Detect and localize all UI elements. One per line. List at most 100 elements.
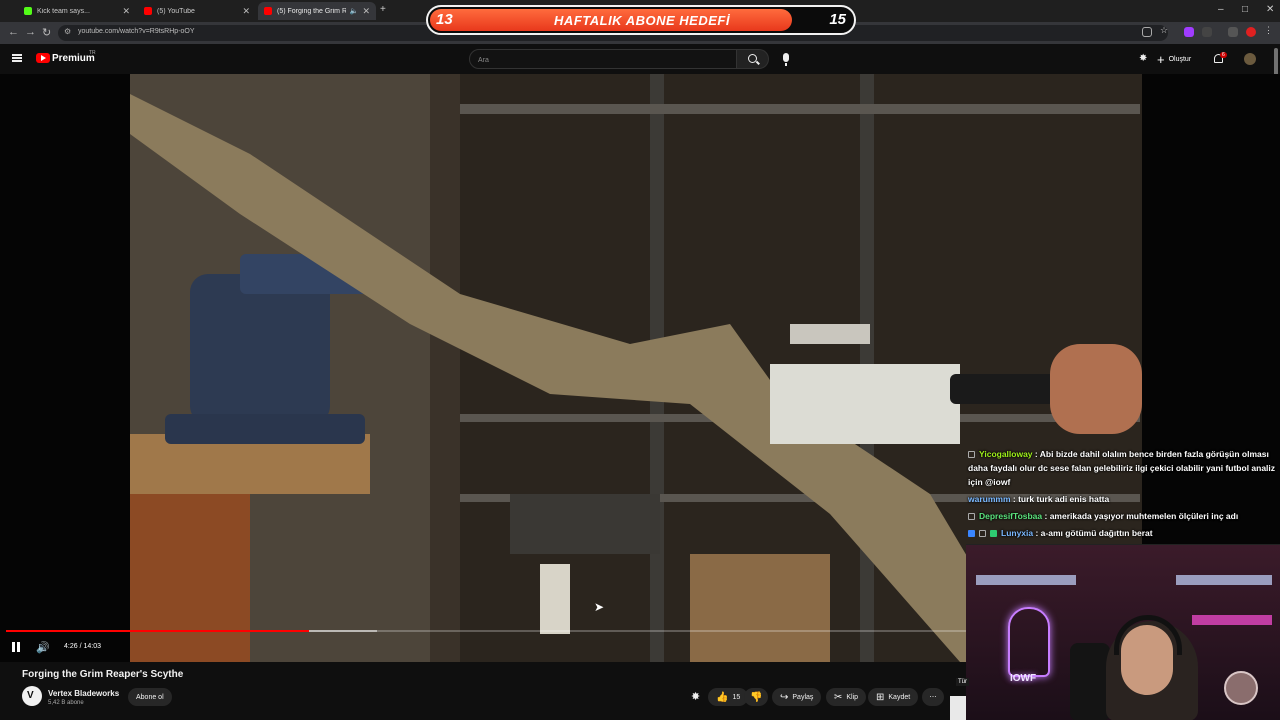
gaming-chair <box>1070 643 1110 720</box>
kick-favicon-icon <box>24 7 32 15</box>
tab-forging-video[interactable]: (5) Forging the Grim Reape 🔈 ✕ <box>258 2 376 20</box>
chat-text: : amerikada yaşıyor muhtemelen ölçüleri … <box>1042 511 1239 521</box>
microphone-icon[interactable] <box>783 53 789 66</box>
chat-username: DepresifTosbaa <box>979 511 1043 521</box>
share-label: Paylaş <box>792 693 814 701</box>
maximize-button[interactable]: □ <box>1242 4 1248 15</box>
tab-label: (5) Forging the Grim Reape <box>277 7 346 15</box>
language-tag: Tür <box>956 678 969 686</box>
hamburger-menu-icon[interactable] <box>12 54 22 62</box>
youtube-favicon-icon <box>144 7 152 15</box>
tab-youtube[interactable]: (5) YouTube ✕ <box>138 2 256 20</box>
chat-username: warummm <box>968 494 1011 504</box>
extension-twitch-icon[interactable] <box>1184 27 1194 37</box>
share-icon: ↪ <box>780 691 789 703</box>
ai-sparkle-icon[interactable]: ✸ <box>1139 53 1147 64</box>
account-avatar[interactable] <box>1244 53 1256 65</box>
thumbs-down-icon: 👎 <box>750 691 763 703</box>
shelf <box>976 575 1076 585</box>
scissors-icon: ✂ <box>834 691 843 703</box>
pause-icon[interactable] <box>12 642 20 652</box>
share-button[interactable]: ↪ Paylaş <box>772 688 822 706</box>
subscribe-button[interactable]: Abone ol <box>128 688 172 706</box>
chat-badge-icon <box>968 530 975 537</box>
neon-logo-sign <box>1008 607 1050 677</box>
youtube-masthead: Premium TR ✸ + Oluştur 6 <box>0 44 1280 74</box>
url-text: youtube.com/watch?v=R9tsRHp-oOY <box>78 28 195 35</box>
chat-username: Yicogalloway <box>979 449 1033 459</box>
new-tab-button[interactable]: + <box>380 4 386 15</box>
extension-red-icon[interactable] <box>1246 27 1256 37</box>
country-code: TR <box>89 50 96 56</box>
youtube-logo-icon[interactable] <box>36 53 50 63</box>
save-button[interactable]: ⊞ Kaydet <box>868 688 919 706</box>
neon-logo-text: IOWF <box>1010 673 1037 684</box>
chat-text: : turk turk adi enis hatta <box>1010 494 1110 504</box>
dislike-button[interactable]: 👎 <box>744 688 769 706</box>
more-icon: ⋯ <box>929 694 937 701</box>
notification-count-badge: 6 <box>1220 52 1227 58</box>
video-title: Forging the Grim Reaper's Scythe <box>22 669 184 680</box>
subscriber-goal-banner: 13 HAFTALIK ABONE HEDEFİ 15 <box>426 5 856 35</box>
thumbs-up-icon: 👍 <box>716 691 729 703</box>
save-label: Kaydet <box>888 693 911 701</box>
volume-icon[interactable]: 🔊 <box>36 641 50 654</box>
site-info-icon[interactable]: ⚙ <box>64 27 71 36</box>
tab-label: (5) YouTube <box>157 7 195 15</box>
cast-icon[interactable] <box>1142 27 1152 37</box>
close-tab-icon[interactable]: ✕ <box>362 6 370 17</box>
extension-icon[interactable] <box>1228 27 1238 37</box>
chat-message: Lunyxia : a-amı götümü dağıttın berat <box>968 526 1280 540</box>
bookmark-star-icon[interactable]: ☆ <box>1160 25 1170 35</box>
subscriber-count: 5,42 B abone <box>48 700 84 706</box>
channel-avatar[interactable] <box>22 686 42 706</box>
search-icon <box>748 54 757 63</box>
chat-badge-icon <box>968 451 975 458</box>
tab-label: Kick team says... <box>37 7 90 15</box>
chat-message: warummm : turk turk adi enis hatta <box>968 492 1280 506</box>
plus-icon: + <box>1157 51 1165 67</box>
minimize-button[interactable]: – <box>1218 4 1224 15</box>
search-input[interactable] <box>478 54 728 66</box>
chat-message: Yicogalloway : Abi bizde dahil olalım be… <box>968 447 1280 489</box>
side-panel-edge <box>950 696 966 720</box>
chat-badge-icon <box>979 530 986 537</box>
search-button[interactable] <box>737 49 769 69</box>
browser-menu-icon[interactable]: ⋮ <box>1264 25 1274 35</box>
clip-button[interactable]: ✂ Klip <box>826 688 867 706</box>
goal-target-count: 15 <box>829 11 846 28</box>
ask-ai-icon[interactable]: ✸ <box>691 690 700 703</box>
streamer-webcam: IOWF <box>966 544 1280 720</box>
youtube-favicon-icon <box>264 7 272 15</box>
extensions-puzzle-icon[interactable] <box>1202 27 1212 37</box>
like-count: 15 <box>732 693 741 701</box>
close-window-button[interactable]: ✕ <box>1266 4 1274 15</box>
create-button[interactable]: + Oluştur <box>1157 51 1191 67</box>
clip-label: Klip <box>846 693 859 701</box>
forward-arrow-icon[interactable]: → <box>25 26 36 38</box>
stream-chat-overlay: Yicogalloway : Abi bizde dahil olalım be… <box>968 447 1280 543</box>
reload-icon[interactable]: ↻ <box>42 26 51 39</box>
save-playlist-icon: ⊞ <box>876 691 885 703</box>
shelf <box>1176 575 1272 585</box>
chat-badge-icon <box>990 530 997 537</box>
chat-text: : a-amı götümü dağıttın berat <box>1033 528 1153 538</box>
audio-playing-icon[interactable]: 🔈 <box>350 7 359 15</box>
video-time-display: 4:26 / 14:03 <box>64 643 101 650</box>
video-progress-bar[interactable] <box>6 630 966 632</box>
tab-kick[interactable]: Kick team says... ✕ <box>18 2 136 20</box>
round-photo-frame <box>1224 671 1258 705</box>
chat-username: Lunyxia <box>1001 528 1034 538</box>
back-arrow-icon[interactable]: ← <box>8 26 19 38</box>
search-box <box>469 49 737 69</box>
close-tab-icon[interactable]: ✕ <box>242 6 250 17</box>
chat-message: DepresifTosbaa : amerikada yaşıyor muhte… <box>968 509 1280 523</box>
more-actions-button[interactable]: ⋯ <box>922 688 944 706</box>
progress-buffered <box>309 630 377 632</box>
like-button[interactable]: 👍 15 <box>708 688 749 706</box>
goal-title: HAFTALIK ABONE HEDEFİ <box>554 13 730 28</box>
close-tab-icon[interactable]: ✕ <box>122 6 130 17</box>
headset <box>1114 615 1182 655</box>
neon-shelf <box>1192 615 1272 625</box>
channel-name[interactable]: Vertex Bladeworks <box>48 689 119 698</box>
